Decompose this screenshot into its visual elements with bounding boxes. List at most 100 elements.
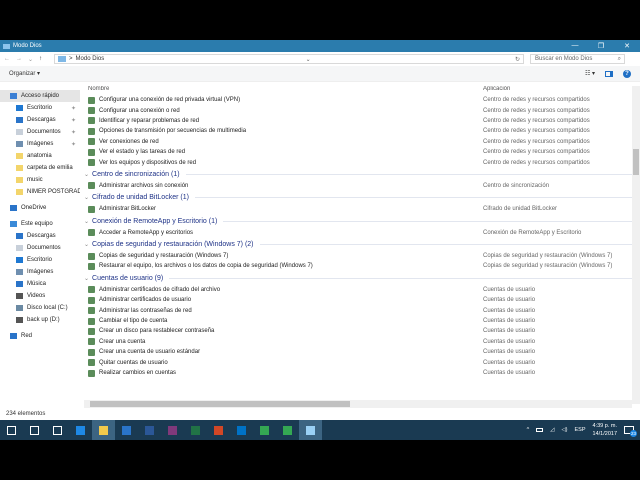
taskbar-app[interactable] bbox=[92, 420, 115, 440]
list-item[interactable]: Crear un disco para restablecer contrase… bbox=[84, 326, 632, 336]
vertical-scrollbar[interactable] bbox=[632, 86, 640, 404]
nav-item[interactable]: carpeta de emilia bbox=[0, 162, 80, 174]
refresh-button[interactable]: ↻ bbox=[515, 56, 523, 63]
item-app: Centro de redes y recursos compartidos bbox=[483, 138, 590, 145]
back-button[interactable]: ← bbox=[4, 56, 10, 62]
language-indicator[interactable]: ESP bbox=[575, 427, 586, 433]
close-button[interactable]: ✕ bbox=[614, 42, 640, 50]
nav-item[interactable]: Imágenes ✦ bbox=[0, 138, 80, 150]
wifi-icon[interactable]: ◿ bbox=[550, 427, 554, 433]
up-button[interactable]: ↑ bbox=[39, 56, 42, 62]
list-item[interactable]: Opciones de transmisión por secuencias d… bbox=[84, 126, 632, 136]
nav-item[interactable]: Videos bbox=[0, 290, 80, 302]
nav-item[interactable]: Imágenes bbox=[0, 266, 80, 278]
list-item[interactable]: Cambiar el tipo de cuenta Cuentas de usua… bbox=[84, 316, 632, 326]
list-item[interactable]: Copias de seguridad y restauración (Wind… bbox=[84, 251, 632, 261]
volume-icon[interactable]: ◁) bbox=[561, 427, 567, 433]
nav-item[interactable]: Escritorio bbox=[0, 254, 80, 266]
list-item[interactable]: Crear una cuenta de usuario estándar Cuen… bbox=[84, 347, 632, 357]
nav-item[interactable]: back up (D:) bbox=[0, 314, 80, 326]
list-item[interactable]: Ver conexiones de red Centro de redes y r… bbox=[84, 137, 632, 147]
list-item[interactable]: Ver el estado y las tareas de red Centro … bbox=[84, 147, 632, 157]
minimize-button[interactable]: — bbox=[562, 42, 588, 50]
nav-item[interactable]: OneDrive bbox=[0, 202, 80, 214]
list-item[interactable]: Configurar una conexión de red privada v… bbox=[84, 95, 632, 105]
group-header[interactable]: ⌄ Conexión de RemoteApp y Escritorio (1) bbox=[84, 215, 632, 228]
list-item[interactable]: Administrar las contraseñas de red Cuenta… bbox=[84, 305, 632, 315]
group-header[interactable]: ⌄ Cuentas de usuario (9) bbox=[84, 272, 632, 285]
vertical-scroll-thumb[interactable] bbox=[633, 149, 639, 175]
pin-icon: ✦ bbox=[70, 141, 76, 148]
nav-item[interactable]: music bbox=[0, 174, 80, 186]
chevron-down-icon[interactable]: ⌄ bbox=[84, 275, 89, 282]
group-header[interactable]: ⌄ Centro de sincronización (1) bbox=[84, 168, 632, 181]
column-header-name[interactable]: Nombre bbox=[88, 86, 483, 95]
list-item[interactable]: Ver los equipos y dispositivos de red Cen… bbox=[84, 157, 632, 167]
list-item[interactable]: Acceder a RemoteApp y escritorios Conexió… bbox=[84, 228, 632, 238]
nav-item-label: Acceso rápido bbox=[21, 93, 60, 99]
action-center-button[interactable]: 23 bbox=[624, 426, 637, 437]
taskbar-app[interactable] bbox=[138, 420, 161, 440]
nav-item[interactable]: Este equipo bbox=[0, 218, 80, 230]
horizontal-scroll-thumb[interactable] bbox=[90, 401, 350, 407]
item-icon bbox=[88, 359, 95, 367]
taskbar-app[interactable] bbox=[69, 420, 92, 440]
column-header-app[interactable]: Aplicación bbox=[483, 86, 510, 95]
horizontal-scrollbar[interactable] bbox=[84, 400, 632, 408]
help-button[interactable]: ? bbox=[623, 69, 631, 78]
preview-pane-button[interactable] bbox=[605, 70, 613, 77]
list-item[interactable]: Administrar certificados de cifrado del … bbox=[84, 285, 632, 295]
address-bar[interactable]: > Modo Dios ⌄ ↻ bbox=[54, 54, 525, 64]
group-title: Conexión de RemoteApp y Escritorio (1) bbox=[92, 217, 218, 225]
list-item[interactable]: Configurar una conexión o red Centro de r… bbox=[84, 105, 632, 115]
item-icon bbox=[88, 338, 95, 346]
list-item[interactable]: Administrar archivos sin conexión Centro … bbox=[84, 181, 632, 191]
chevron-down-icon[interactable]: ⌄ bbox=[84, 194, 89, 201]
list-item[interactable]: Identificar y reparar problemas de red Ce… bbox=[84, 116, 632, 126]
nav-item[interactable]: NIMER POSTGRADO bbox=[0, 186, 80, 198]
nav-item[interactable]: anatomia bbox=[0, 150, 80, 162]
forward-button[interactable]: → bbox=[16, 56, 22, 62]
search-input[interactable]: Buscar en Modo Dios ⌕ bbox=[530, 54, 626, 64]
group-header[interactable]: ⌄ Cifrado de unidad BitLocker (1) bbox=[84, 191, 632, 204]
list-item[interactable]: Realizar cambios en cuentas Cuentas de us… bbox=[84, 368, 632, 378]
nav-item[interactable]: Descargas ✦ bbox=[0, 114, 80, 126]
taskbar-app[interactable] bbox=[276, 420, 299, 440]
list-item[interactable]: Administrar BitLocker Cifrado de unidad B… bbox=[84, 204, 632, 214]
taskbar-app[interactable] bbox=[184, 420, 207, 440]
nav-item[interactable]: Red bbox=[0, 330, 80, 342]
taskbar-app[interactable] bbox=[207, 420, 230, 440]
search-button[interactable] bbox=[23, 420, 46, 440]
organize-button[interactable]: Organizar ▾ bbox=[9, 70, 40, 77]
taskbar-app[interactable] bbox=[299, 420, 322, 440]
nav-item[interactable]: Escritorio ✦ bbox=[0, 102, 80, 114]
taskbar-app[interactable] bbox=[115, 420, 138, 440]
maximize-button[interactable]: ❐ bbox=[588, 42, 614, 50]
taskbar-app[interactable] bbox=[230, 420, 253, 440]
clock[interactable]: 4:39 p. m. 14/1/2017 bbox=[593, 422, 617, 438]
chevron-down-icon[interactable]: ⌄ bbox=[84, 218, 89, 225]
nav-item[interactable]: Descargas bbox=[0, 230, 80, 242]
nav-item[interactable]: Disco local (C:) bbox=[0, 302, 80, 314]
recent-locations-button[interactable]: ⌄ bbox=[28, 56, 33, 63]
nav-item[interactable]: Documentos ✦ bbox=[0, 126, 80, 138]
taskbar-app[interactable] bbox=[161, 420, 184, 440]
address-dropdown-button[interactable]: ⌄ bbox=[306, 56, 314, 63]
list-item[interactable]: Crear una cuenta Cuentas de usuario bbox=[84, 337, 632, 347]
breadcrumb-modo-dios[interactable]: Modo Dios bbox=[76, 56, 105, 62]
nav-item[interactable]: Acceso rápido bbox=[0, 90, 80, 102]
start-button[interactable] bbox=[0, 420, 23, 440]
nav-item[interactable]: Documentos bbox=[0, 242, 80, 254]
chevron-down-icon[interactable]: ⌄ bbox=[84, 171, 89, 178]
list-item[interactable]: Administrar certificados de usuario Cuent… bbox=[84, 295, 632, 305]
task-view-button[interactable] bbox=[46, 420, 69, 440]
list-item[interactable]: Restaurar el equipo, los archivos o los … bbox=[84, 261, 632, 271]
chevron-down-icon[interactable]: ⌄ bbox=[84, 241, 89, 248]
taskbar-app[interactable] bbox=[253, 420, 276, 440]
view-options-button[interactable]: ☷ ▾ bbox=[585, 70, 595, 77]
group-header[interactable]: ⌄ Copias de seguridad y restauración (Win… bbox=[84, 238, 632, 251]
nav-item[interactable]: Música bbox=[0, 278, 80, 290]
list-item[interactable]: Quitar cuentas de usuario Cuentas de usua… bbox=[84, 357, 632, 367]
battery-icon[interactable] bbox=[536, 428, 544, 432]
show-hidden-icons-button[interactable]: ^ bbox=[527, 427, 530, 433]
